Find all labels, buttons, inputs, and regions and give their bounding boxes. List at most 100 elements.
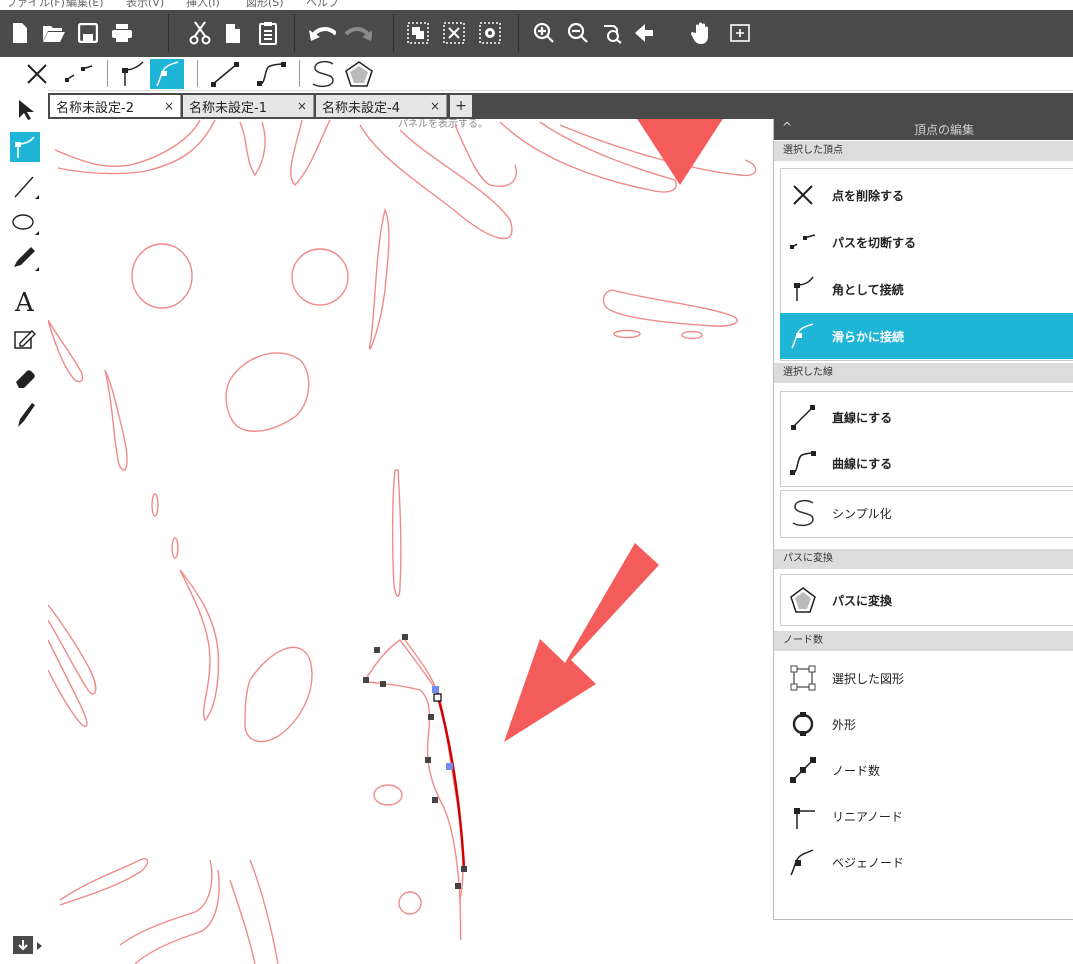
close-icon (788, 180, 818, 210)
settings-icon[interactable] (476, 19, 504, 47)
smooth-join-icon[interactable] (150, 59, 184, 89)
tab-document-4[interactable]: 名称未設定-4 × (316, 95, 447, 117)
main-toolbar (0, 10, 1073, 57)
selected-shape-row[interactable]: 選択した図形 (780, 655, 1073, 701)
make-curve-button[interactable]: 曲線にする (780, 440, 1073, 486)
panel-title: 頂点の編集 (914, 123, 975, 137)
select-arrow-icon[interactable] (10, 94, 40, 124)
tab-label: 名称未設定-2 (56, 100, 134, 116)
bezier-node-row[interactable]: ベジェノード (780, 839, 1073, 885)
move-icon[interactable] (630, 19, 658, 47)
text-tool-icon[interactable]: A (10, 286, 40, 316)
tab-document-2[interactable]: 名称未設定-2 × (50, 95, 181, 117)
cut-lines (48, 119, 757, 964)
selected-node[interactable] (433, 693, 442, 702)
group-icon[interactable] (404, 19, 432, 47)
vertex-edit-panel: ^ 頂点の編集 選択した頂点 点を削除する パスを切断する 角として接続 滑らか… (773, 119, 1073, 920)
save-icon[interactable] (74, 19, 102, 47)
annotation-arrow-diagonal (504, 543, 659, 742)
collapse-panel-icon[interactable]: ^ (782, 120, 792, 134)
section-node-count: ノード数 (774, 631, 1073, 651)
linear-node-row[interactable]: リニアノード (780, 793, 1073, 839)
node-count-row[interactable]: ノード数 (780, 747, 1073, 793)
simplify-button[interactable]: シンプル化 (780, 490, 1073, 536)
cut-path-icon (788, 227, 818, 257)
fit-page-icon[interactable] (726, 19, 754, 47)
new-document-icon[interactable] (6, 19, 34, 47)
item-label: 直線にする (832, 411, 893, 425)
menu-view[interactable]: 表示(V) (126, 0, 164, 10)
smooth-join-button[interactable]: 滑らかに接続 (780, 313, 1073, 359)
ungroup-icon[interactable] (440, 19, 468, 47)
section-selected-line: 選択した線 (774, 363, 1073, 383)
convert-path-icon[interactable] (340, 59, 378, 89)
menu-help[interactable]: ヘルプ (306, 0, 339, 10)
tab-close-icon[interactable]: × (164, 99, 174, 113)
menu-insert[interactable]: 挿入(I) (186, 0, 220, 10)
smooth-join-icon (788, 321, 818, 351)
item-label: ベジェノード (832, 856, 905, 870)
tab-close-icon[interactable]: × (297, 99, 307, 113)
menu-file[interactable]: ファイル(F) (6, 0, 65, 10)
delete-point-button[interactable]: 点を削除する (780, 172, 1073, 218)
knife-tool-icon[interactable] (10, 400, 40, 430)
menu-edit[interactable]: 編集(E) (66, 0, 104, 10)
paste-icon[interactable] (254, 19, 282, 47)
item-label: 外形 (832, 718, 857, 732)
hand-icon[interactable] (688, 19, 716, 47)
open-folder-icon[interactable] (40, 19, 68, 47)
eraser-tool-icon[interactable] (10, 362, 40, 392)
copy-icon[interactable] (220, 19, 248, 47)
section-selected-point: 選択した頂点 (774, 141, 1073, 161)
cut-path-button[interactable]: パスを切断する (780, 219, 1073, 265)
node-edit-tool-icon[interactable] (10, 132, 40, 162)
tab-close-icon[interactable]: × (430, 99, 440, 113)
menu-bar: ファイル(F) 編集(E) 表示(V) 挿入(I) 図形(S) ヘルプ (0, 0, 1073, 10)
panel-header: ^ 頂点の編集 (774, 119, 1073, 140)
redo-icon[interactable] (344, 19, 372, 47)
item-label: 角として接続 (832, 283, 904, 297)
item-label: シンプル化 (832, 507, 892, 521)
zoom-out-icon[interactable] (564, 19, 592, 47)
undo-icon[interactable] (308, 19, 336, 47)
item-label: 点を削除する (832, 189, 905, 203)
delete-point-icon[interactable] (22, 59, 52, 89)
item-label: 曲線にする (832, 457, 893, 471)
line-tool-icon[interactable] (10, 172, 40, 202)
download-button[interactable] (13, 936, 33, 954)
annotation-arrow-down (637, 119, 723, 185)
simplify-icon (788, 498, 818, 528)
pentagon-icon (788, 585, 818, 615)
convert-to-path-button[interactable]: パスに変換 (780, 577, 1073, 623)
add-tab-button[interactable]: + (450, 95, 472, 117)
cut-path-icon[interactable] (60, 59, 98, 89)
item-label: 滑らかに接続 (832, 330, 905, 344)
expand-arrow-icon[interactable] (37, 942, 42, 950)
item-label: パスを切断する (832, 236, 917, 250)
simplify-icon[interactable] (304, 59, 342, 89)
zoom-fit-icon[interactable] (598, 19, 626, 47)
bezier-handle[interactable] (432, 686, 439, 693)
menu-shape[interactable]: 図形(S) (246, 0, 284, 10)
corner-join-button[interactable]: 角として接続 (780, 266, 1073, 312)
tab-label: 名称未設定-4 (322, 100, 400, 116)
zoom-in-icon[interactable] (530, 19, 558, 47)
tool-palette: A (0, 90, 48, 964)
make-straight-icon[interactable] (206, 59, 244, 89)
make-curve-icon[interactable] (252, 59, 292, 89)
outline-row[interactable]: 外形 (780, 701, 1073, 747)
corner-join-icon[interactable] (114, 59, 148, 89)
pencil-tool-icon[interactable] (10, 244, 40, 274)
selected-path[interactable] (432, 686, 466, 869)
tab-document-1[interactable]: 名称未設定-1 × (183, 95, 314, 117)
draw-tool-icon[interactable] (10, 324, 40, 354)
ellipse-tool-icon[interactable] (10, 208, 40, 238)
tab-label: 名称未設定-1 (189, 100, 267, 116)
curve-line-icon (788, 448, 818, 478)
bezier-node-icon (788, 847, 818, 877)
item-label: ノード数 (832, 764, 881, 778)
make-straight-button[interactable]: 直線にする (780, 394, 1073, 440)
print-icon[interactable] (108, 19, 136, 47)
cut-icon[interactable] (186, 19, 214, 47)
bezier-handle[interactable] (446, 763, 453, 770)
